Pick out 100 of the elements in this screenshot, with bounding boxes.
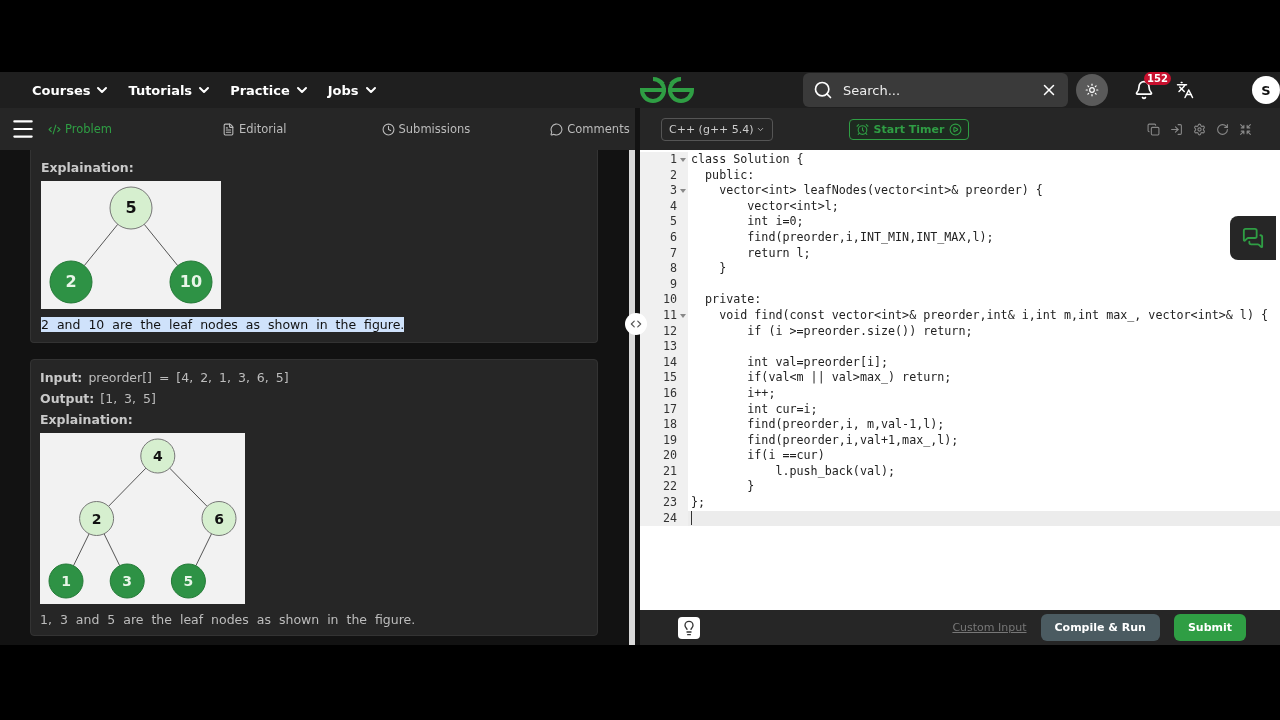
code-line: int cur=i; — [746, 401, 818, 418]
import-icon[interactable] — [1170, 122, 1183, 136]
line-number: 15 — [662, 370, 677, 386]
code-line: vector<int> leafNodes(vector<int>& preorder) { — [718, 183, 1043, 199]
nav-menu[interactable]: Tutorials — [128, 82, 213, 98]
tree-edge — [108, 467, 147, 507]
line-number: 3 — [669, 183, 677, 199]
code-line: if(val<m || val>max_) return; — [746, 370, 952, 386]
arrows-icon — [629, 317, 643, 331]
search-icon — [813, 80, 833, 100]
copy-icon[interactable] — [1147, 122, 1160, 136]
code-line: l.push_back(val); — [774, 463, 896, 480]
explanation-text: 1, 3 and 5 are the leaf nodes as shown in the figure. — [40, 612, 416, 627]
tree-edge — [195, 533, 212, 567]
settings-icon[interactable] — [1193, 122, 1206, 136]
nav-menu[interactable]: Practice — [230, 82, 310, 98]
code-line: void find(const vector<int>& preorder,int& i,int m,int max_, vector<int>& l) { — [718, 307, 1268, 324]
code-line: find(preorder,i,INT_MIN,INT_MAX,l); — [746, 229, 994, 246]
tree-node: 6 — [201, 501, 237, 536]
tree-node: 3 — [109, 563, 145, 599]
fold-icon[interactable] — [680, 313, 686, 318]
reset-icon[interactable] — [1216, 122, 1229, 136]
line-number: 1 — [669, 152, 677, 168]
problem-tab[interactable]: Comments — [550, 122, 630, 136]
line-number: 17 — [662, 401, 677, 418]
code-line: i++; — [746, 385, 776, 402]
output-value: [1, 3, 5] — [100, 391, 156, 406]
chat-icon — [1242, 227, 1264, 249]
code-editor[interactable] — [640, 150, 1280, 610]
hint-button[interactable] — [678, 616, 700, 639]
sun-icon — [1085, 83, 1099, 97]
problem-tab[interactable]: Editorial — [222, 122, 287, 136]
code-line: int i=0; — [746, 214, 804, 230]
translate-icon[interactable] — [1176, 81, 1194, 99]
code-line: public: — [704, 167, 755, 184]
line-number: 8 — [669, 261, 677, 277]
user-avatar[interactable]: S — [1252, 76, 1280, 104]
line-number: 19 — [662, 432, 677, 449]
tree-node: 1 — [48, 563, 84, 599]
line-number: 23 — [662, 495, 677, 511]
tree-node: 10 — [169, 260, 213, 304]
tree-node: 4 — [140, 438, 176, 474]
line-number: 5 — [669, 214, 677, 230]
line-number: 20 — [662, 448, 677, 464]
code-line: int val=preorder[i]; — [746, 354, 889, 371]
tree-node: 2 — [79, 501, 115, 536]
line-number: 4 — [669, 198, 677, 215]
chat-button[interactable] — [1230, 216, 1276, 260]
tree-edge — [83, 223, 119, 267]
line-number: 21 — [662, 463, 677, 480]
field-label: Explaination: — [40, 412, 133, 427]
tree-node: 5 — [170, 563, 206, 599]
problem-tab[interactable]: Submissions — [381, 122, 471, 136]
search-field[interactable]: Search... — [803, 73, 1068, 107]
fold-icon[interactable] — [680, 189, 686, 193]
line-number: 10 — [662, 292, 677, 308]
compile-run-button[interactable]: Compile & Run — [1040, 614, 1160, 641]
line-number: 9 — [669, 276, 677, 293]
line-number: 24 — [662, 510, 677, 527]
line-number: 7 — [669, 245, 677, 262]
code-line: } — [718, 261, 727, 277]
code-line: if(i ==cur) — [746, 448, 825, 464]
line-number: 14 — [662, 354, 677, 371]
tree-node: 2 — [49, 260, 93, 304]
bell-icon[interactable] — [1134, 80, 1154, 100]
lightbulb-icon — [681, 619, 697, 636]
line-number: 11 — [662, 307, 677, 324]
tab-icon — [381, 122, 395, 136]
nav-menu[interactable]: Jobs — [327, 82, 379, 98]
language-select[interactable]: C++ (g++ 5.4) — [661, 117, 773, 141]
start-timer-button[interactable]: Start Timer — [848, 118, 970, 140]
field-label: Output: — [40, 391, 95, 406]
line-number: 2 — [669, 167, 677, 184]
line-number: 13 — [662, 339, 677, 355]
fold-icon[interactable] — [680, 157, 686, 162]
nav-menu[interactable]: Courses — [32, 82, 111, 98]
code-line: find(preorder,i, m,val-1,l); — [746, 417, 945, 433]
search-input[interactable]: Search... — [841, 81, 1032, 99]
line-number: 6 — [669, 229, 677, 246]
tab-icon — [550, 122, 564, 136]
tree-edge — [103, 533, 121, 567]
field-label: Explaination: — [41, 160, 134, 175]
play-icon — [949, 122, 963, 136]
theme-toggle-button[interactable] — [1076, 74, 1108, 106]
line-number: 18 — [662, 417, 677, 433]
problem-tab[interactable]: Problem — [48, 122, 113, 136]
code-line: find(preorder,i,val+1,max_,l); — [746, 432, 959, 449]
line-number: 12 — [662, 323, 677, 340]
shrink-icon[interactable] — [1239, 122, 1252, 136]
alarm-clock-icon — [855, 122, 869, 136]
code-line: return l; — [746, 245, 811, 262]
code-line: } — [746, 479, 755, 496]
notification-count: 152 — [1144, 72, 1171, 85]
tree-edge — [169, 467, 208, 507]
logo-icon — [639, 76, 695, 104]
tree-edge — [73, 533, 90, 567]
tab-icon — [48, 122, 61, 136]
code-line: private: — [704, 292, 762, 308]
code-line: }; — [690, 495, 706, 511]
field-label: Input: — [40, 370, 83, 385]
